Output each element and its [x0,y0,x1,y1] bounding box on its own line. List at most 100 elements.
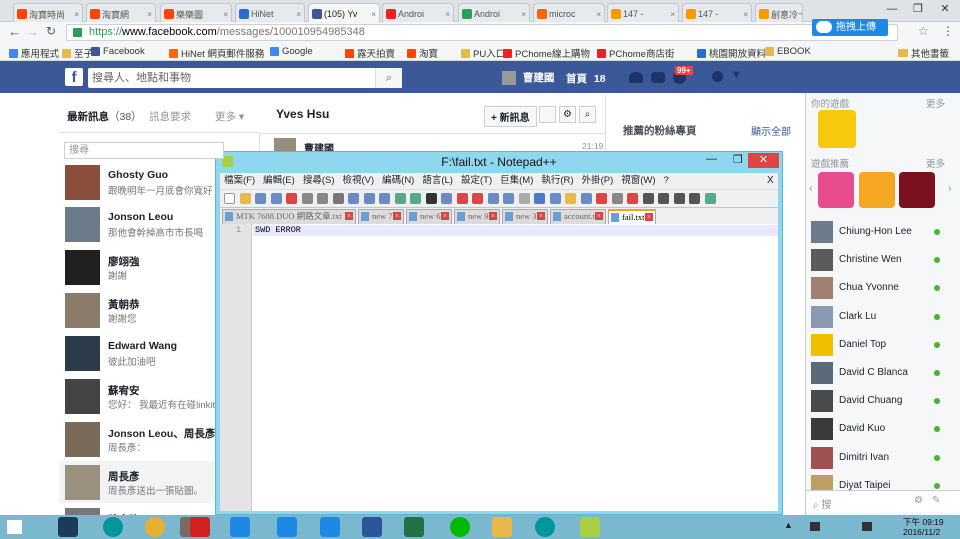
network-icon[interactable] [810,522,820,531]
bookmark-item[interactable]: 應用程式 [9,46,59,60]
toolbar-button-icon[interactable] [642,193,654,204]
tab-close-icon[interactable]: × [296,10,301,19]
bookmark-item[interactable]: 露天拍賣 [345,46,395,60]
excel-icon[interactable] [404,517,424,537]
browser-tab[interactable]: 147 - × [607,3,679,22]
game-icon[interactable] [818,110,856,148]
tab-close-icon[interactable]: × [596,10,601,19]
notepad-menu-item[interactable]: 巨集(M) [500,175,533,186]
edge-icon[interactable] [277,517,297,537]
toolbar-button-icon[interactable] [704,193,716,204]
toolbar-button-icon[interactable] [348,193,359,204]
arduino-icon[interactable] [103,517,123,537]
document-tab[interactable]: new 9 × [454,209,500,224]
user-profile-link[interactable]: 曹建國 [502,70,554,86]
friend-requests-icon[interactable] [629,72,643,83]
volume-icon[interactable] [862,522,872,531]
chrome-icon[interactable] [145,517,165,537]
toolbar-button-icon[interactable] [596,193,607,204]
line-icon[interactable] [450,517,470,537]
star-icon[interactable]: ☆ [918,24,929,38]
browser-tab[interactable]: Androi × [382,3,454,22]
tab-close-icon[interactable]: × [537,212,545,220]
notepad-menu-item[interactable]: 檔案(F) [224,175,255,186]
chat-friend[interactable]: David Chuang [806,387,960,415]
tray-chevron-icon[interactable]: ▲ [784,520,793,530]
notepad-menu-item[interactable]: 語言(L) [422,175,453,186]
tab-close-icon[interactable]: × [371,10,376,19]
url-input[interactable]: https://www.facebook.com/messages/100010… [66,24,898,41]
toolbar-button-icon[interactable] [534,193,545,204]
toolbar-button-icon[interactable] [627,193,638,204]
chevron-left-icon[interactable]: ‹ [809,183,813,195]
toolbar-button-icon[interactable] [363,193,375,204]
bookmark-item[interactable]: PU入口 [461,46,505,60]
browser-tab[interactable]: HiNet × [235,3,305,22]
toolbar-button-icon[interactable] [425,193,437,204]
tab-close-icon[interactable]: × [147,10,152,19]
cloud-app-icon[interactable] [320,517,340,537]
toolbar-button-icon[interactable] [689,193,700,204]
notepad-menu-item[interactable]: 視窗(W) [621,175,655,186]
game-icon[interactable] [859,172,895,208]
tab-close-icon[interactable]: × [445,10,450,19]
bookmark-item[interactable]: Facebook [91,46,145,57]
notepad-menu-item[interactable]: 執行(R) [541,175,573,186]
toolbar-button-icon[interactable] [611,193,623,204]
upload-button[interactable]: 拖拽上傳 [812,19,888,36]
bookmark-item[interactable]: 淘寶 [407,46,438,60]
document-tab[interactable]: new 6 × [406,209,452,224]
bookmark-item[interactable]: PChome線上購物 [503,46,590,60]
menu-icon[interactable]: ⋮ [942,24,954,38]
gear-icon[interactable]: ⚙ [914,495,923,506]
toolbar-button-icon[interactable] [549,193,561,204]
toolbar-button-icon[interactable] [301,193,313,204]
notepad-menu-item[interactable]: 搜尋(S) [303,175,335,186]
tab-close-icon[interactable]: × [743,10,748,19]
taskbar-date[interactable]: 2016/11/2 [903,527,940,537]
browser-tab[interactable]: (105) Yv × [308,3,380,22]
toolbar-button-icon[interactable] [224,193,235,204]
tab-close-icon[interactable]: × [223,10,228,19]
document-tab[interactable]: new 7 × [358,209,404,224]
more-link[interactable]: 更多 [926,96,945,110]
browser-tab[interactable]: microc × [533,3,605,22]
game-icon[interactable] [899,172,935,208]
close-icon[interactable]: ✕ [931,0,959,20]
chat-friend[interactable]: David Kuo [806,415,960,443]
game-icon[interactable] [818,172,854,208]
inbox-search-input[interactable]: 搜尋 [64,142,224,159]
toolbar-button-icon[interactable] [565,193,576,204]
toolbar-button-icon[interactable] [394,193,406,204]
toolbar-button-icon[interactable] [456,193,468,204]
maximize-icon[interactable]: ❐ [904,0,932,20]
compose-icon[interactable]: ✎ [932,495,940,506]
toolbar-button-icon[interactable] [503,193,514,204]
tab-close-icon[interactable]: × [595,212,603,220]
notepad-menu-item[interactable]: 設定(T) [461,175,492,186]
new-message-button[interactable]: + 新訊息 [484,106,537,127]
chevron-right-icon[interactable]: › [948,183,952,195]
toolbar-button-icon[interactable] [286,193,297,204]
document-tab[interactable]: fail.txt × [608,209,656,224]
reload-icon[interactable]: ↻ [46,24,56,38]
facebook-search-input[interactable]: 搜尋人、地點和事物 ⌕ [88,68,402,88]
inbox-title[interactable]: 最新訊息（38） [67,109,142,124]
photoshop-icon[interactable] [58,517,78,537]
chat-friend[interactable]: Chua Yvonne [806,274,960,302]
facebook-logo-icon[interactable]: f [65,68,83,86]
acrobat-icon[interactable] [190,517,210,537]
browser-tab[interactable]: 147 - × [682,3,752,22]
toolbar-button-icon[interactable] [441,193,452,204]
toolbar-button-icon[interactable] [317,193,328,204]
browser-tab[interactable]: 淘寶網 × [86,3,156,22]
bookmark-item[interactable]: HiNet 網頁郵件服務 [169,46,264,60]
privacy-icon[interactable] [712,71,723,82]
notepad-menu-item[interactable]: 編碼(N) [382,175,414,186]
browser-tab[interactable]: 淘寶時尚 × [13,3,83,22]
arduino-icon[interactable] [535,517,555,537]
chevron-down-icon[interactable]: ▼ [731,69,742,81]
chat-friend[interactable]: Clark Lu [806,303,960,331]
chat-friend[interactable]: David C Blanca [806,359,960,387]
tab-close-icon[interactable]: × [441,212,449,220]
